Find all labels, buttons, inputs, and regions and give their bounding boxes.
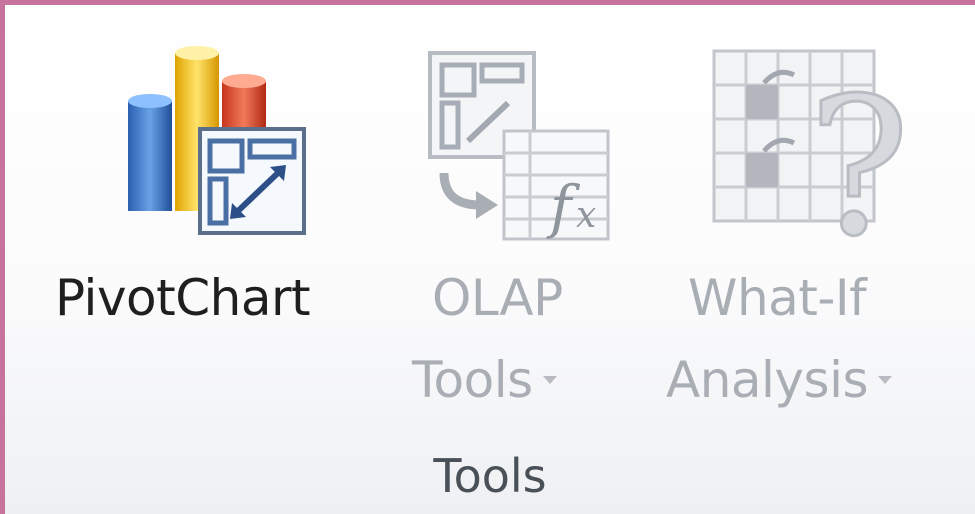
pivotchart-button[interactable]: PivotChart	[55, 5, 385, 445]
chevron-down-icon[interactable]	[878, 375, 893, 384]
what-if-analysis-label-text: Analysis	[666, 351, 869, 409]
olap-tools-label-line1: OLAP	[432, 269, 563, 327]
olap-tools-label-text: Tools	[412, 351, 533, 409]
olap-tools-button[interactable]: f x OLAP Tools	[410, 5, 625, 445]
svg-text:?: ?	[808, 57, 908, 245]
what-if-analysis-label-line1: What-If	[688, 269, 867, 327]
ribbon-group-tools: PivotChart f x OLAP Tools ? What-If Anal…	[5, 5, 975, 514]
what-if-analysis-label-line2: Analysis	[666, 349, 893, 411]
olap-tools-icon: f x	[428, 51, 610, 241]
pivotchart-icon	[128, 46, 306, 235]
what-if-analysis-button[interactable]: ? What-If Analysis	[660, 5, 975, 445]
chevron-down-icon[interactable]	[542, 375, 557, 384]
pivotchart-label: PivotChart	[55, 269, 311, 327]
ribbon-frame: PivotChart f x OLAP Tools ? What-If Anal…	[0, 0, 975, 514]
svg-text:x: x	[576, 195, 596, 236]
group-label-tools: Tools	[433, 449, 547, 503]
olap-tools-label-line2: Tools	[412, 349, 557, 411]
what-if-analysis-icon: ?	[712, 49, 908, 245]
